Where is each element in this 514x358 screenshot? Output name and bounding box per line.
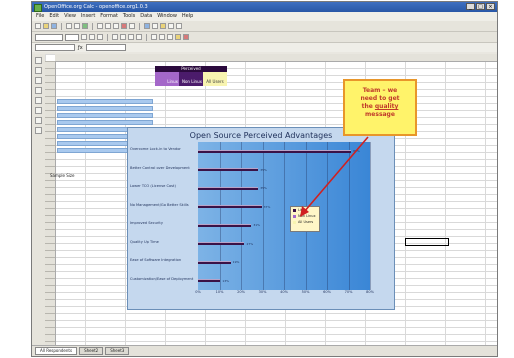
callout-arrow [300, 136, 369, 217]
